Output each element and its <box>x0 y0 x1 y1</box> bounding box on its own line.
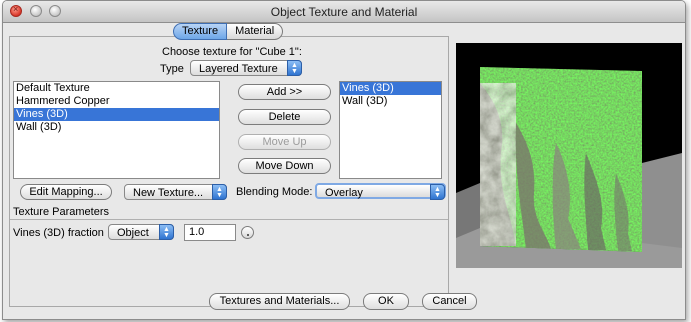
cube-face <box>480 67 642 252</box>
updown-arrows-icon: ▲ ▼ <box>212 184 227 200</box>
available-textures-list[interactable]: Default Texture Hammered Copper Vines (3… <box>13 81 220 179</box>
updown-arrows-icon: ▲ ▼ <box>287 60 302 76</box>
fraction-mode-value: Object <box>117 227 149 239</box>
type-label: Type <box>160 63 184 75</box>
edit-mapping-button[interactable]: Edit Mapping... <box>20 184 112 200</box>
title-bar[interactable]: × Object Texture and Material <box>3 1 685 23</box>
fraction-mode-select[interactable]: Object ▲ ▼ <box>108 224 174 240</box>
type-select[interactable]: Layered Texture ▲ ▼ <box>190 60 302 76</box>
dot-icon <box>247 234 249 236</box>
blending-mode-value: Overlay <box>325 187 363 199</box>
tab-material[interactable]: Material <box>227 23 284 40</box>
texture-preview[interactable] <box>456 43 682 268</box>
list-item[interactable]: Wall (3D) <box>340 95 441 108</box>
move-down-button[interactable]: Move Down <box>238 158 331 174</box>
updown-arrows-icon: ▲ ▼ <box>430 184 445 200</box>
window-title: Object Texture and Material <box>270 5 418 19</box>
fraction-options-button[interactable] <box>241 226 254 239</box>
section-divider <box>10 219 448 220</box>
dialog-content: Choose texture for "Cube 1": Type Layere… <box>3 23 685 319</box>
add-button[interactable]: Add >> <box>238 84 331 100</box>
tab-bar: Texture Material <box>173 23 284 40</box>
list-item[interactable]: Vines (3D) <box>340 82 441 95</box>
delete-button[interactable]: Delete <box>238 109 331 125</box>
textures-and-materials-button[interactable]: Textures and Materials... <box>209 293 350 310</box>
dialog-window: × Object Texture and Material Choose tex… <box>2 0 686 320</box>
choose-texture-label: Choose texture for "Cube 1": <box>162 46 302 58</box>
texture-panel: Choose texture for "Cube 1": Type Layere… <box>9 36 449 307</box>
list-item[interactable]: Vines (3D) <box>14 108 219 121</box>
fraction-value-field[interactable]: 1.0 <box>184 224 236 241</box>
vines-fraction-label: Vines (3D) fraction <box>13 227 104 239</box>
preview-render <box>456 43 682 268</box>
type-select-value: Layered Texture <box>199 63 278 75</box>
move-up-button[interactable]: Move Up <box>238 134 331 150</box>
blending-mode-select[interactable]: Overlay ▲ ▼ <box>315 183 446 200</box>
updown-arrows-icon: ▲ ▼ <box>159 224 174 240</box>
blending-mode-label: Blending Mode: <box>236 186 313 198</box>
new-texture-label: New Texture... <box>133 187 204 199</box>
list-item[interactable]: Wall (3D) <box>14 121 219 134</box>
cancel-button[interactable]: Cancel <box>422 293 477 310</box>
list-item[interactable]: Default Texture <box>14 82 219 95</box>
texture-layers-list[interactable]: Vines (3D) Wall (3D) <box>339 81 442 179</box>
texture-parameters-header: Texture Parameters <box>13 206 109 218</box>
ok-button[interactable]: OK <box>363 293 409 310</box>
list-item[interactable]: Hammered Copper <box>14 95 219 108</box>
new-texture-select[interactable]: New Texture... ▲ ▼ <box>124 184 227 200</box>
tab-texture[interactable]: Texture <box>173 23 228 40</box>
